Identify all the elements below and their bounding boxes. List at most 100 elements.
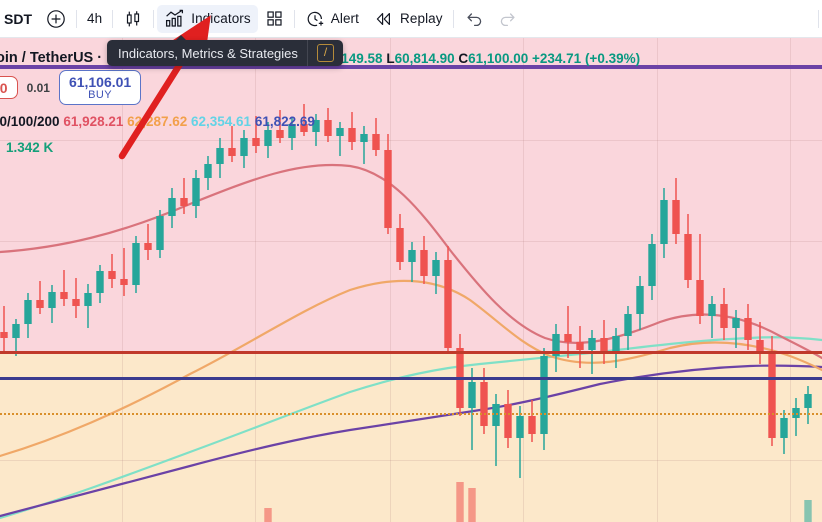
interval-button[interactable]: 4h: [80, 5, 109, 33]
sell-button[interactable]: 00: [0, 75, 18, 100]
candle: [696, 234, 704, 324]
ohlc-legend: 1,149.58 L60,814.90 C61,100.00 +234.71 (…: [330, 51, 640, 66]
price-line-navy: [0, 377, 822, 380]
add-symbol-button[interactable]: [39, 5, 73, 33]
candle: [180, 178, 188, 214]
candle: [408, 242, 416, 282]
volume-bar: [456, 482, 464, 522]
candle: [24, 293, 32, 338]
candle: [384, 134, 392, 234]
candle: [492, 394, 500, 466]
ohlc-close-value: 61,100.00: [468, 51, 529, 66]
sell-price: 00: [0, 79, 8, 96]
candle: [144, 224, 152, 260]
volume-bar: [264, 508, 272, 522]
ma-legend-name: 50/100/200: [0, 114, 60, 129]
ma-legend-value-4: 61,822.69: [254, 114, 315, 129]
candle: [132, 236, 140, 293]
alert-button[interactable]: Alert: [298, 5, 366, 33]
buy-price: 61,106.01: [68, 74, 132, 90]
ohlc-low-label: L: [386, 51, 395, 66]
candle: [72, 278, 80, 318]
chart-type-button[interactable]: [116, 5, 150, 33]
alert-label: Alert: [330, 11, 360, 26]
replay-icon: [373, 10, 394, 28]
symbol-button[interactable]: SDT: [0, 5, 39, 33]
candle: [468, 368, 476, 450]
candle: [108, 254, 116, 288]
buy-side-label: BUY: [88, 88, 112, 101]
replay-button[interactable]: Replay: [366, 5, 450, 33]
candle: [336, 122, 344, 156]
ma-legend-value-3: 62,354.61: [191, 114, 252, 129]
candle: [156, 210, 164, 258]
candlestick-series: [0, 104, 812, 522]
tradingview-chart-app: SDT 4h Indicators Alert Replay oin / Tet…: [0, 0, 822, 522]
candle: [780, 410, 788, 454]
buy-button[interactable]: 61,106.01 BUY: [58, 70, 142, 106]
candle: [432, 252, 440, 294]
ohlc-low-value: 60,814.90: [394, 51, 455, 66]
order-quantity[interactable]: 0.01: [27, 81, 50, 95]
candle: [444, 246, 452, 354]
tooltip-text: Indicators, Metrics & Strategies: [118, 45, 298, 61]
toolbar-divider: [76, 9, 77, 28]
candle: [0, 306, 8, 353]
moving-average-legend[interactable]: 50/100/200 61,928.21 62,287.62 62,354.61…: [0, 114, 315, 129]
candle: [360, 126, 368, 164]
layouts-button[interactable]: [258, 5, 291, 33]
ma-legend-value-1: 61,928.21: [63, 114, 124, 129]
candle: [240, 130, 248, 168]
candle: [204, 156, 212, 190]
toolbar-divider: [452, 9, 454, 28]
redo-icon: [498, 9, 518, 29]
candle: [636, 276, 644, 330]
volume-legend: 1.342 K: [6, 140, 54, 155]
candle: [720, 288, 728, 340]
candle: [372, 118, 380, 156]
candle: [744, 304, 752, 350]
candlestick-icon: [123, 9, 143, 29]
alert-clock-icon: [305, 9, 325, 29]
undo-button[interactable]: [457, 5, 491, 33]
candle: [528, 400, 536, 442]
indicators-button[interactable]: Indicators: [157, 4, 258, 33]
candle: [600, 320, 608, 364]
candle: [648, 234, 656, 300]
candle: [48, 285, 56, 323]
candle: [324, 108, 332, 142]
candle: [576, 326, 584, 368]
candle: [36, 281, 44, 314]
price-line-red: [0, 351, 822, 354]
plus-circle-icon: [46, 9, 66, 29]
candle: [672, 178, 680, 244]
toolbar-divider: [293, 9, 295, 28]
symbol-legend: oin / TetherUS ·: [0, 50, 103, 66]
undo-icon: [464, 9, 484, 29]
candle: [552, 324, 560, 372]
toolbar-divider: [818, 9, 819, 28]
replay-label: Replay: [400, 11, 443, 26]
candle: [120, 248, 128, 296]
redo-button[interactable]: [491, 5, 525, 33]
candle: [456, 334, 464, 416]
indicators-label: Indicators: [191, 11, 251, 26]
candle: [804, 386, 812, 424]
indicators-tooltip: Indicators, Metrics & Strategies /: [107, 35, 344, 66]
chart-canvas[interactable]: oin / TetherUS · 1,149.58 L60,814.90 C61…: [0, 38, 822, 522]
symbol-label: SDT: [4, 10, 32, 27]
price-line-dotted: [0, 413, 822, 415]
interval-label: 4h: [87, 11, 103, 26]
chart-toolbar: SDT 4h Indicators Alert Replay: [0, 0, 822, 38]
candle: [84, 284, 92, 328]
candle: [348, 112, 356, 150]
candle: [792, 398, 800, 436]
ohlc-change: +234.71: [531, 51, 582, 66]
tooltip-arrow-icon: [175, 35, 187, 41]
candle: [732, 310, 740, 348]
volume-bar: [468, 488, 476, 522]
candle: [504, 390, 512, 448]
candle: [216, 138, 224, 178]
order-panel[interactable]: 00 0.01 61,106.01 BUY: [0, 70, 142, 106]
candle: [228, 126, 236, 162]
